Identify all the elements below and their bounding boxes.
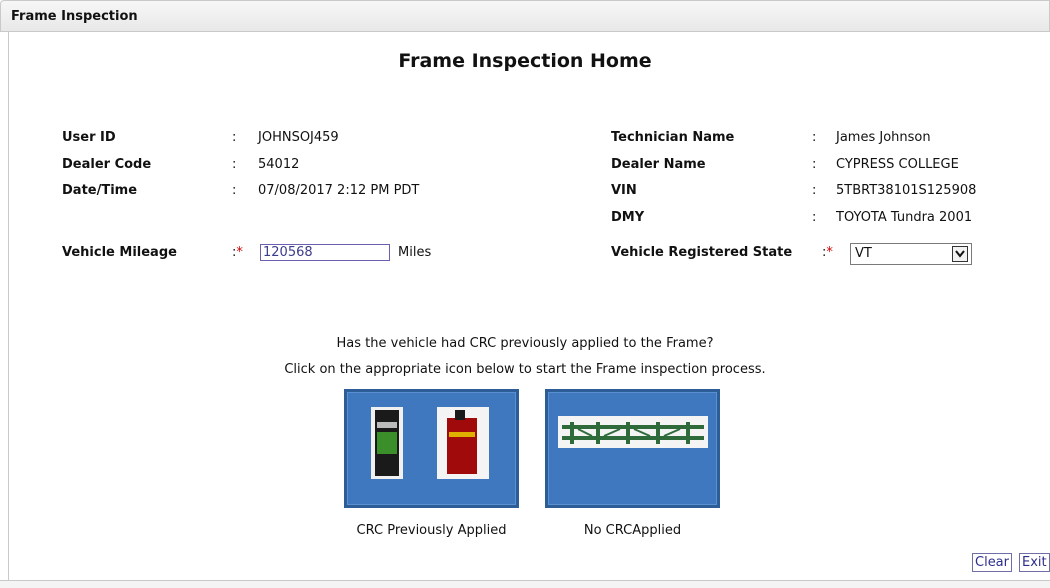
vin-value: 5TBRT38101S125908: [836, 183, 977, 198]
page-title: Frame Inspection Home: [398, 50, 652, 72]
dmy-value: TOYOTA Tundra 2001: [836, 210, 973, 225]
dealer-name-value: CYPRESS COLLEGE: [836, 157, 959, 172]
vin-colon: :: [812, 183, 817, 198]
bottom-bar: [0, 580, 1050, 588]
vin-label: VIN: [611, 183, 637, 198]
registered-state-select[interactable]: VT: [850, 243, 972, 265]
crc-previously-applied-button[interactable]: [344, 389, 519, 508]
technician-name-colon: :: [812, 130, 817, 145]
dealer-name-label: Dealer Name: [611, 157, 706, 172]
user-id-colon: :: [232, 130, 237, 145]
clear-button[interactable]: Clear: [972, 553, 1012, 572]
crc-instruction: Click on the appropriate icon below to s…: [284, 362, 766, 377]
content-frame: [8, 32, 1050, 580]
no-crc-applied-caption: No CRCApplied: [583, 523, 682, 538]
vehicle-mileage-label: Vehicle Mileage: [62, 245, 177, 260]
date-time-colon: :: [232, 183, 237, 198]
user-id-value: JOHNSOJ459: [258, 130, 339, 145]
registered-state-selected: VT: [855, 246, 872, 261]
dealer-code-label: Dealer Code: [62, 157, 152, 172]
mileage-unit: Miles: [398, 245, 432, 260]
vehicle-mileage-colon: :*: [232, 245, 243, 260]
dmy-label: DMY: [611, 210, 645, 225]
no-crc-applied-button[interactable]: [545, 389, 720, 508]
crc-question: Has the vehicle had CRC previously appli…: [336, 336, 714, 351]
required-marker: *: [826, 245, 833, 260]
dealer-code-colon: :: [232, 157, 237, 172]
exit-button[interactable]: Exit: [1019, 553, 1050, 572]
technician-name-value: James Johnson: [836, 130, 931, 145]
crc-previously-applied-caption: CRC Previously Applied: [356, 523, 507, 538]
vehicle-mileage-input[interactable]: [260, 244, 390, 261]
user-id-label: User ID: [62, 130, 116, 145]
date-time-label: Date/Time: [62, 183, 138, 198]
required-marker: *: [236, 245, 243, 260]
registered-state-colon: :*: [822, 245, 833, 260]
dmy-colon: :: [812, 210, 817, 225]
dealer-code-value: 54012: [258, 157, 300, 172]
window-titlebar: Frame Inspection: [0, 0, 1050, 32]
window-title: Frame Inspection: [11, 9, 138, 24]
technician-name-label: Technician Name: [611, 130, 735, 145]
date-time-value: 07/08/2017 2:12 PM PDT: [258, 183, 420, 198]
chevron-down-icon[interactable]: [952, 246, 968, 262]
dealer-name-colon: :: [812, 157, 817, 172]
registered-state-label: Vehicle Registered State: [611, 245, 793, 260]
